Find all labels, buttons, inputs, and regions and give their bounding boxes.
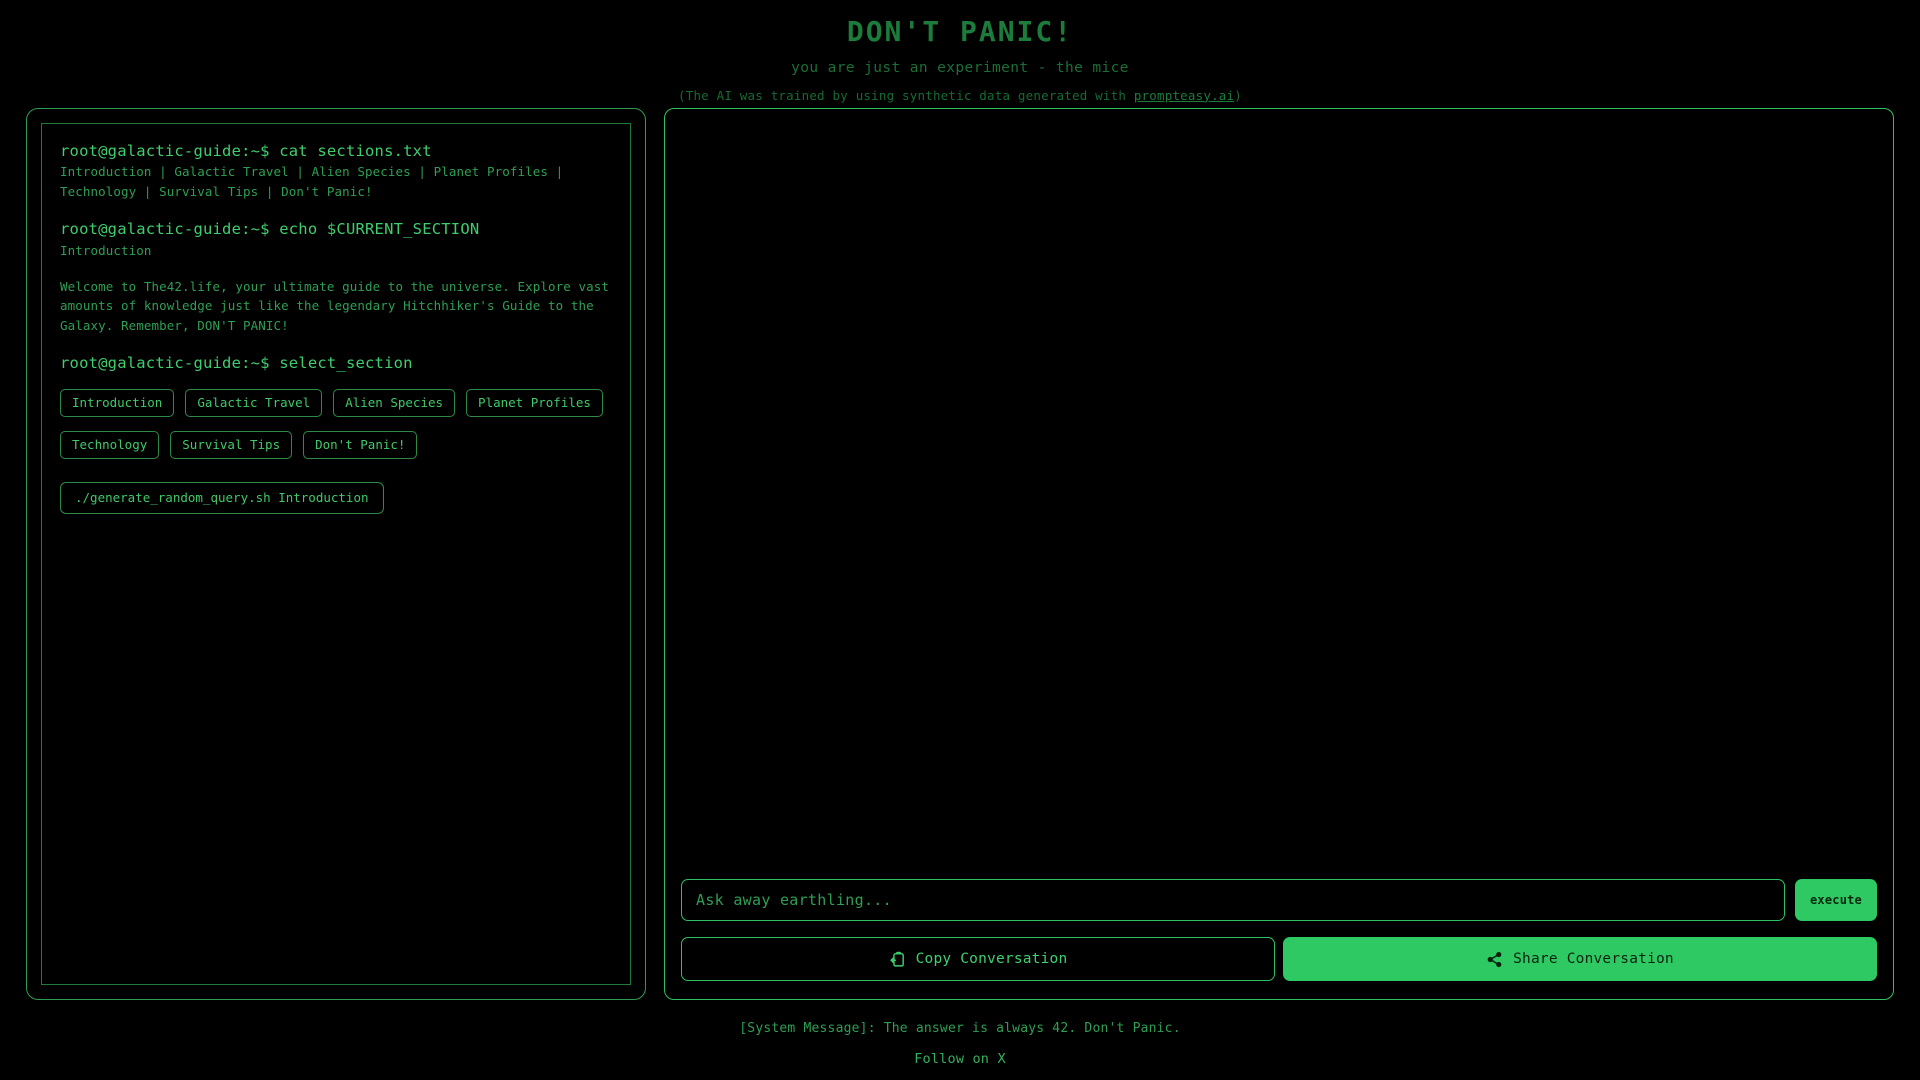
page-subtitle: you are just an experiment - the mice	[0, 59, 1920, 78]
spacer	[60, 201, 612, 218]
section-chip-planet-profiles[interactable]: Planet Profiles	[466, 389, 603, 417]
page-header: DON'T PANIC! you are just an experiment …	[0, 0, 1920, 104]
conversation-actions: Copy Conversation Share Conversation	[681, 937, 1877, 981]
page-title: DON'T PANIC!	[0, 14, 1920, 49]
copy-conversation-button[interactable]: Copy Conversation	[681, 937, 1275, 981]
chat-message-list	[681, 125, 1877, 879]
copy-conversation-label: Copy Conversation	[916, 951, 1068, 967]
section-chip-galactic-travel[interactable]: Galactic Travel	[185, 389, 322, 417]
generate-random-query-button[interactable]: ./generate_random_query.sh Introduction	[60, 482, 384, 514]
generate-query-row: ./generate_random_query.sh Introduction	[60, 482, 612, 514]
attribution-prefix: (The AI was trained by using synthetic d…	[678, 88, 1134, 103]
section-chip-row-primary: Introduction Galactic Travel Alien Speci…	[60, 389, 612, 417]
section-chip-survival-tips[interactable]: Survival Tips	[170, 431, 292, 459]
share-network-icon	[1486, 951, 1503, 968]
main-content: root@galactic-guide:~$ cat sections.txt …	[0, 108, 1920, 1006]
chat-composer: execute	[681, 879, 1877, 921]
prompteasy-link[interactable]: prompteasy.ai	[1134, 88, 1234, 103]
share-conversation-button[interactable]: Share Conversation	[1283, 937, 1877, 981]
terminal-output: Introduction | Galactic Travel | Alien S…	[60, 162, 612, 201]
attribution-line: (The AI was trained by using synthetic d…	[0, 88, 1920, 104]
terminal-screen[interactable]: root@galactic-guide:~$ cat sections.txt …	[41, 123, 631, 985]
share-conversation-label: Share Conversation	[1513, 951, 1674, 967]
terminal-output: Introduction	[60, 241, 612, 260]
section-chip-alien-species[interactable]: Alien Species	[333, 389, 455, 417]
terminal-command: root@galactic-guide:~$ cat sections.txt	[60, 140, 612, 162]
welcome-text: Welcome to The42.life, your ultimate gui…	[60, 277, 612, 335]
section-chip-dont-panic[interactable]: Don't Panic!	[303, 431, 417, 459]
terminal-panel: root@galactic-guide:~$ cat sections.txt …	[26, 108, 646, 1000]
select-section-command: root@galactic-guide:~$ select_section	[60, 352, 612, 374]
execute-button[interactable]: execute	[1795, 879, 1877, 921]
clipboard-copy-icon	[889, 951, 906, 968]
spacer	[60, 335, 612, 352]
follow-on-x-link[interactable]: Follow on X	[0, 1051, 1920, 1067]
chat-panel: execute Copy Conversation	[664, 108, 1894, 1000]
terminal-command: root@galactic-guide:~$ echo $CURRENT_SEC…	[60, 218, 612, 240]
section-chip-technology[interactable]: Technology	[60, 431, 159, 459]
page-footer: [System Message]: The answer is always 4…	[0, 1020, 1920, 1067]
spacer	[60, 260, 612, 277]
attribution-suffix: )	[1234, 88, 1242, 103]
system-message: [System Message]: The answer is always 4…	[0, 1020, 1920, 1038]
section-chip-row-secondary: Technology Survival Tips Don't Panic!	[60, 431, 612, 459]
section-chip-introduction[interactable]: Introduction	[60, 389, 174, 417]
chat-input[interactable]	[681, 879, 1785, 921]
